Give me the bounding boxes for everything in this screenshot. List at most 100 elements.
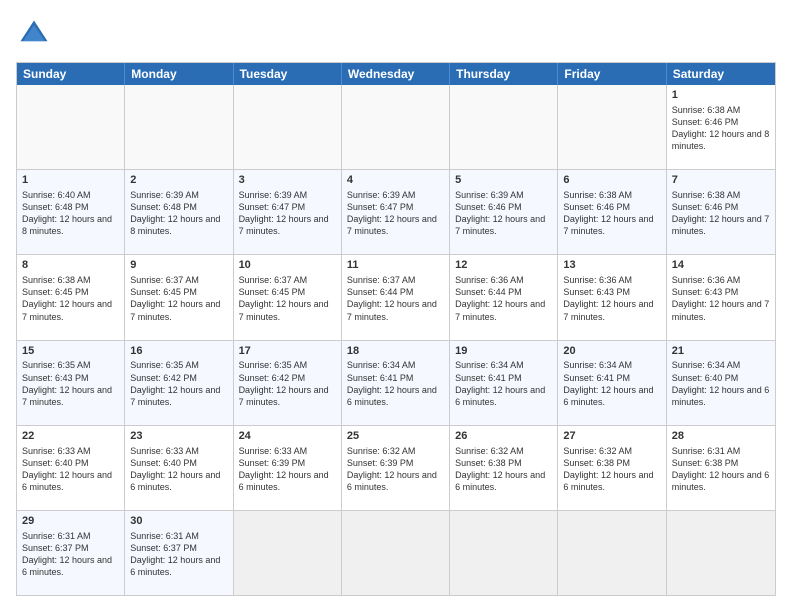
day-number: 17 xyxy=(239,344,336,359)
calendar-cell: 8Sunrise: 6:38 AMSunset: 6:45 PMDaylight… xyxy=(17,255,125,339)
sunset-text: Sunset: 6:46 PM xyxy=(563,202,630,212)
calendar-cell: 19Sunrise: 6:34 AMSunset: 6:41 PMDayligh… xyxy=(450,341,558,425)
sunset-text: Sunset: 6:45 PM xyxy=(130,287,197,297)
daylight-text: Daylight: 12 hours and 6 minutes. xyxy=(347,470,437,492)
calendar-cell: 27Sunrise: 6:32 AMSunset: 6:38 PMDayligh… xyxy=(558,426,666,510)
sunset-text: Sunset: 6:42 PM xyxy=(239,373,306,383)
empty-cell xyxy=(558,511,666,595)
sunset-text: Sunset: 6:41 PM xyxy=(455,373,522,383)
calendar-row: 1Sunrise: 6:38 AMSunset: 6:46 PMDaylight… xyxy=(17,85,775,169)
sunset-text: Sunset: 6:38 PM xyxy=(672,458,739,468)
calendar-cell: 28Sunrise: 6:31 AMSunset: 6:38 PMDayligh… xyxy=(667,426,775,510)
sunrise-text: Sunrise: 6:34 AM xyxy=(563,360,632,370)
sunset-text: Sunset: 6:48 PM xyxy=(130,202,197,212)
calendar-header-cell: Tuesday xyxy=(234,63,342,85)
day-number: 12 xyxy=(455,258,552,273)
sunset-text: Sunset: 6:45 PM xyxy=(22,287,89,297)
day-number: 22 xyxy=(22,429,119,444)
sunrise-text: Sunrise: 6:37 AM xyxy=(130,275,199,285)
sunrise-text: Sunrise: 6:34 AM xyxy=(347,360,416,370)
sunset-text: Sunset: 6:46 PM xyxy=(455,202,522,212)
daylight-text: Daylight: 12 hours and 6 minutes. xyxy=(130,555,220,577)
calendar-row: 8 Sunrise: 6:38 AM Sunset: 6:45 PM Daylight… xyxy=(17,254,775,339)
day-number: 1 xyxy=(672,88,770,103)
sunset-text: Sunset: 6:40 PM xyxy=(22,458,89,468)
sunrise-text: Sunrise: 6:34 AM xyxy=(455,360,524,370)
daylight-text: Daylight: 12 hours and 7 minutes. xyxy=(672,299,770,321)
day-number: 6 xyxy=(563,173,660,188)
sunset-text: Sunset: 6:38 PM xyxy=(455,458,522,468)
sunset-text: Sunset: 6:40 PM xyxy=(672,373,739,383)
calendar-cell: 4Sunrise: 6:39 AMSunset: 6:47 PMDaylight… xyxy=(342,170,450,254)
sunrise-text: Sunrise: 6:38 AM xyxy=(672,105,741,115)
calendar-cell: 6Sunrise: 6:38 AMSunset: 6:46 PMDaylight… xyxy=(558,170,666,254)
calendar-row: 15Sunrise: 6:35 AMSunset: 6:43 PMDayligh… xyxy=(17,340,775,425)
calendar-cell: 23Sunrise: 6:33 AMSunset: 6:40 PMDayligh… xyxy=(125,426,233,510)
sunrise-text: Sunrise: 6:35 AM xyxy=(239,360,308,370)
day-number: 30 xyxy=(130,514,227,529)
day-number: 11 xyxy=(347,258,444,273)
calendar-cell: 26Sunrise: 6:32 AMSunset: 6:38 PMDayligh… xyxy=(450,426,558,510)
sunrise-text: Sunrise: 6:35 AM xyxy=(130,360,199,370)
calendar-body: 1 Sunrise: 6:38 AM Sunset: 6:46 PM Daylight… xyxy=(17,85,775,595)
day-number: 1 xyxy=(22,173,119,188)
sunrise-text: Sunrise: 6:34 AM xyxy=(672,360,741,370)
day-number: 8 xyxy=(22,258,119,273)
daylight-text: Daylight: 12 hours and 7 minutes. xyxy=(130,299,220,321)
daylight-text: Daylight: 12 hours and 6 minutes. xyxy=(455,470,545,492)
sunset-text: Sunset: 6:43 PM xyxy=(22,373,89,383)
sunrise-text: Sunrise: 6:38 AM xyxy=(672,190,741,200)
calendar-cell: 12Sunrise: 6:36 AMSunset: 6:44 PMDayligh… xyxy=(450,255,558,339)
daylight-text: Daylight: 12 hours and 8 minutes. xyxy=(130,214,220,236)
day-number: 3 xyxy=(239,173,336,188)
day-number: 29 xyxy=(22,514,119,529)
empty-cell xyxy=(234,85,342,169)
daylight-text: Daylight: 12 hours and 6 minutes. xyxy=(672,470,770,492)
daylight-text: Daylight: 12 hours and 6 minutes. xyxy=(563,470,653,492)
calendar-cell: 18Sunrise: 6:34 AMSunset: 6:41 PMDayligh… xyxy=(342,341,450,425)
logo xyxy=(16,16,56,52)
calendar-cell: 15Sunrise: 6:35 AMSunset: 6:43 PMDayligh… xyxy=(17,341,125,425)
daylight-text: Daylight: 12 hours and 8 minutes. xyxy=(672,129,770,151)
sunset-text: Sunset: 6:44 PM xyxy=(347,287,414,297)
daylight-text: Daylight: 12 hours and 7 minutes. xyxy=(239,385,329,407)
day-number: 24 xyxy=(239,429,336,444)
sunrise-text: Sunrise: 6:37 AM xyxy=(347,275,416,285)
empty-cell xyxy=(558,85,666,169)
day-number: 27 xyxy=(563,429,660,444)
sunrise-text: Sunrise: 6:31 AM xyxy=(672,446,741,456)
calendar-cell: 20Sunrise: 6:34 AMSunset: 6:41 PMDayligh… xyxy=(558,341,666,425)
daylight-text: Daylight: 12 hours and 7 minutes. xyxy=(347,299,437,321)
sunrise-text: Sunrise: 6:38 AM xyxy=(22,275,91,285)
day-number: 23 xyxy=(130,429,227,444)
day-number: 20 xyxy=(563,344,660,359)
day-number: 21 xyxy=(672,344,770,359)
calendar-row: 22 Sunrise: 6:33 AM Sunset: 6:40 PM Dayligh… xyxy=(17,425,775,510)
sunrise-text: Sunrise: 6:33 AM xyxy=(130,446,199,456)
daylight-text: Daylight: 12 hours and 6 minutes. xyxy=(239,470,329,492)
sunrise-text: Sunrise: 6:39 AM xyxy=(347,190,416,200)
calendar-header-cell: Monday xyxy=(125,63,233,85)
page: SundayMondayTuesdayWednesdayThursdayFrid… xyxy=(0,0,792,612)
sunset-text: Sunset: 6:42 PM xyxy=(130,373,197,383)
empty-cell xyxy=(17,85,125,169)
sunrise-text: Sunrise: 6:35 AM xyxy=(22,360,91,370)
daylight-text: Daylight: 12 hours and 6 minutes. xyxy=(347,385,437,407)
sunset-text: Sunset: 6:43 PM xyxy=(563,287,630,297)
daylight-text: Daylight: 12 hours and 8 minutes. xyxy=(22,214,112,236)
calendar-cell: 29Sunrise: 6:31 AMSunset: 6:37 PMDayligh… xyxy=(17,511,125,595)
calendar-cell: 9Sunrise: 6:37 AMSunset: 6:45 PMDaylight… xyxy=(125,255,233,339)
daylight-text: Daylight: 12 hours and 7 minutes. xyxy=(563,299,653,321)
sunset-text: Sunset: 6:43 PM xyxy=(672,287,739,297)
logo-icon xyxy=(16,16,52,52)
daylight-text: Daylight: 12 hours and 7 minutes. xyxy=(455,214,545,236)
empty-cell xyxy=(450,85,558,169)
empty-cell xyxy=(234,511,342,595)
empty-cell xyxy=(125,85,233,169)
sunset-text: Sunset: 6:40 PM xyxy=(130,458,197,468)
daylight-text: Daylight: 12 hours and 6 minutes. xyxy=(22,470,112,492)
calendar-cell: 1Sunrise: 6:38 AMSunset: 6:46 PMDaylight… xyxy=(667,85,775,169)
sunrise-text: Sunrise: 6:37 AM xyxy=(239,275,308,285)
sunrise-text: Sunrise: 6:36 AM xyxy=(455,275,524,285)
calendar-row: 29Sunrise: 6:31 AMSunset: 6:37 PMDayligh… xyxy=(17,510,775,595)
